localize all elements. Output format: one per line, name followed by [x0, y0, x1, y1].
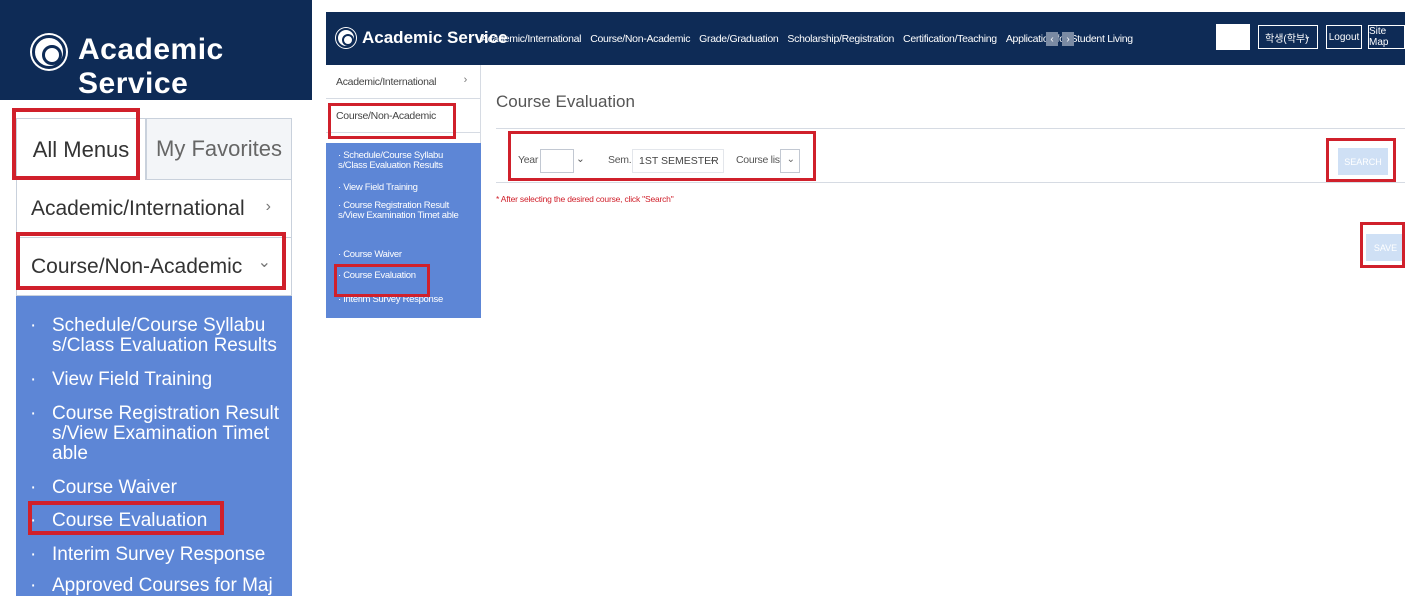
- chevron-right-icon: ›: [265, 198, 271, 215]
- sidebar-sub-course-waiver[interactable]: · Course Waiver: [338, 250, 468, 260]
- year-select[interactable]: [540, 149, 574, 173]
- submenu-course-non-academic: · Schedule/Course Syllabu s/Class Evalua…: [16, 296, 292, 596]
- menu-item-course-non-academic[interactable]: Course/Non-Academic ⌄: [16, 238, 292, 296]
- user-name-box: [1216, 24, 1250, 50]
- sidebar-sub-view-field-training[interactable]: · View Field Training: [338, 183, 468, 193]
- submenu-item-schedule-syllabus[interactable]: · Schedule/Course Syllabu s/Class Evalua…: [30, 316, 280, 356]
- menu-item-academic-international[interactable]: Academic/International ›: [16, 180, 292, 238]
- bullet-icon: ·: [30, 369, 37, 390]
- top-navigation-bar: Academic Service Academic/International …: [326, 12, 1405, 65]
- submenu-item-view-field-training[interactable]: · View Field Training: [30, 370, 280, 390]
- tab-all-menus[interactable]: All Menus: [16, 118, 146, 180]
- brand-title: Academic Service: [78, 33, 224, 100]
- submenu-item-course-waiver[interactable]: · Course Waiver: [30, 478, 280, 498]
- chevron-down-icon: ⌄: [708, 154, 717, 165]
- semester-select[interactable]: 1ST SEMESTER ⌄: [632, 149, 724, 173]
- sidebar-sub-interim-survey[interactable]: · Interim Survey Response: [338, 295, 468, 305]
- bullet-icon: ·: [30, 403, 37, 424]
- nav-certification-teaching[interactable]: Certification/Teaching: [903, 33, 997, 45]
- nav-scholarship-registration[interactable]: Scholarship/Registration: [787, 33, 894, 45]
- course-list-label: Course list: [736, 154, 783, 166]
- submenu-item-interim-survey[interactable]: · Interim Survey Response: [30, 545, 280, 565]
- year-label: Year: [518, 154, 539, 166]
- logout-button[interactable]: Logout: [1326, 25, 1362, 49]
- sidebar-sub-course-registration[interactable]: · Course Registration Result s/View Exam…: [338, 201, 468, 221]
- chevron-right-icon: ›: [463, 74, 468, 86]
- submenu-item-approved-courses[interactable]: · Approved Courses for Maj: [30, 576, 280, 596]
- menu-item-label: Course/Non-Academic: [31, 254, 243, 278]
- sidebar-submenu: · Schedule/Course Syllabu s/Class Evalua…: [326, 143, 481, 318]
- bullet-icon: ·: [30, 544, 37, 565]
- full-page-screenshot: Academic Service Academic/International …: [326, 0, 1405, 318]
- course-list-select[interactable]: ⌄: [780, 149, 800, 173]
- zoomed-menu-panel: Academic Service All Menus My Favorites …: [0, 0, 312, 596]
- sem-label: Sem.: [608, 154, 632, 166]
- bullet-icon: ·: [30, 510, 37, 531]
- sidebar-sub-schedule-syllabus[interactable]: · Schedule/Course Syllabu s/Class Evalua…: [338, 151, 468, 171]
- menu-item-label: Academic/International: [31, 196, 245, 220]
- role-value: 학생(학부): [1265, 33, 1309, 45]
- menu-tabs: All Menus My Favorites: [16, 118, 292, 180]
- tab-my-favorites[interactable]: My Favorites: [146, 118, 292, 180]
- role-select[interactable]: 학생(학부) ⌄: [1258, 25, 1318, 49]
- nav-prev-icon[interactable]: ‹: [1046, 32, 1058, 46]
- bullet-icon: ·: [30, 315, 37, 336]
- top-nav-menu: Academic/International Course/Non-Academ…: [481, 33, 1133, 45]
- university-emblem-icon: [336, 28, 356, 48]
- sidebar-item-label: Academic/International: [336, 75, 437, 88]
- university-emblem-icon: [32, 35, 66, 69]
- nav-grade-graduation[interactable]: Grade/Graduation: [699, 33, 779, 45]
- bullet-icon: ·: [30, 477, 37, 498]
- search-button[interactable]: SEARCH: [1338, 148, 1388, 175]
- sidebar-item-academic-international[interactable]: Academic/International ›: [326, 65, 481, 99]
- nav-academic-international[interactable]: Academic/International: [481, 33, 582, 45]
- instruction-note: * After selecting the desired course, cl…: [496, 194, 674, 204]
- chevron-down-icon: ⌄: [1303, 31, 1311, 41]
- nav-course-non-academic[interactable]: Course/Non-Academic: [590, 33, 690, 45]
- sidebar-item-course-non-academic[interactable]: Course/Non-Academic: [326, 99, 481, 133]
- chevron-down-icon: ⌄: [576, 153, 585, 165]
- chevron-down-icon: ⌄: [786, 154, 795, 165]
- left-header: Academic Service: [0, 0, 312, 100]
- filter-bar: Year ⌄ Sem. 1ST SEMESTER ⌄ Course list ⌄: [496, 128, 1405, 183]
- site-map-button[interactable]: Site Map: [1368, 25, 1405, 49]
- submenu-item-course-evaluation[interactable]: · Course Evaluation: [30, 511, 280, 531]
- chevron-down-icon: ⌄: [257, 254, 271, 271]
- save-button[interactable]: SAVE: [1366, 234, 1405, 261]
- submenu-item-course-registration[interactable]: · Course Registration Result s/View Exam…: [30, 404, 280, 464]
- page-title: Course Evaluation: [496, 92, 635, 111]
- sidebar-sub-course-evaluation[interactable]: · Course Evaluation: [338, 271, 468, 281]
- sidebar-item-label: Course/Non-Academic: [336, 109, 436, 122]
- nav-next-icon[interactable]: ›: [1062, 32, 1074, 46]
- bullet-icon: ·: [30, 575, 37, 596]
